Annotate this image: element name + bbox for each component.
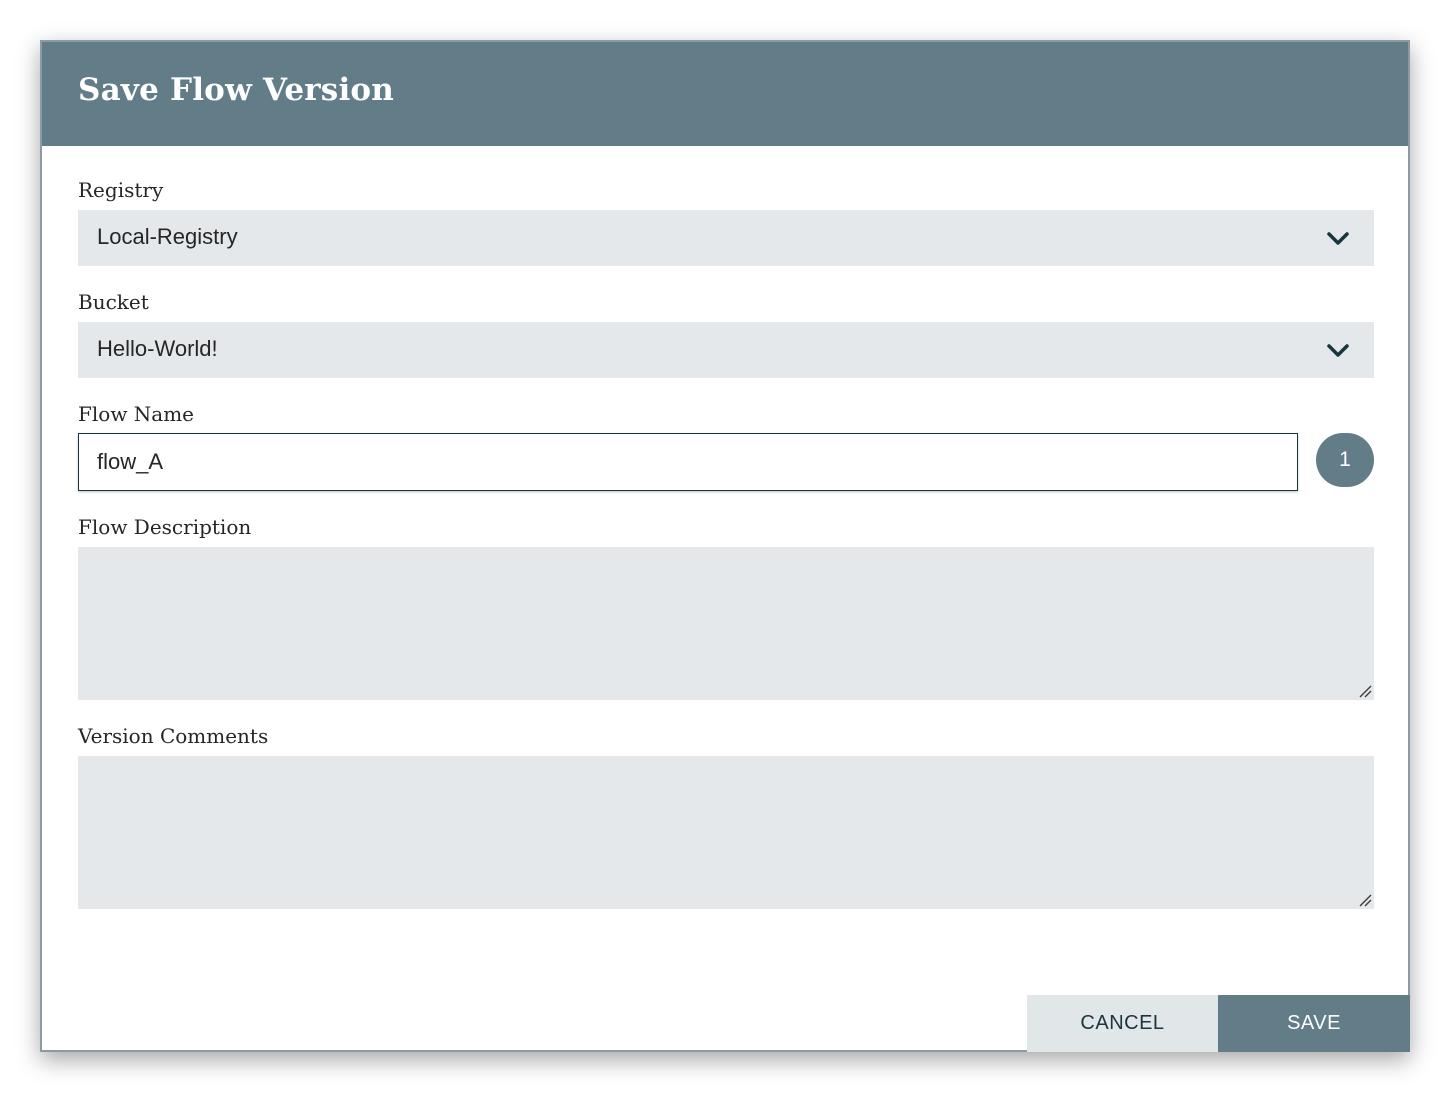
- registry-selected-value: Local-Registry: [97, 224, 238, 249]
- bucket-select[interactable]: Hello-World!: [78, 322, 1374, 378]
- version-comments-textarea[interactable]: [78, 756, 1374, 909]
- bucket-label: Bucket: [78, 290, 149, 314]
- dialog-title: Save Flow Version: [78, 72, 395, 108]
- dialog-header: Save Flow Version: [42, 42, 1408, 146]
- chevron-down-icon: [1327, 232, 1349, 245]
- bucket-selected-value: Hello-World!: [97, 336, 218, 361]
- flow-description-textarea[interactable]: [78, 547, 1374, 700]
- flow-name-input[interactable]: flow_A: [78, 433, 1298, 491]
- flow-name-label: Flow Name: [78, 402, 195, 426]
- flow-name-value: flow_A: [97, 449, 164, 474]
- save-button[interactable]: SAVE: [1218, 995, 1410, 1052]
- save-flow-version-dialog: Save Flow Version Registry Local-Registr…: [40, 40, 1410, 1052]
- flow-description-label: Flow Description: [78, 515, 252, 539]
- version-comments-label: Version Comments: [78, 724, 269, 748]
- registry-select[interactable]: Local-Registry: [78, 210, 1374, 266]
- registry-label: Registry: [78, 178, 164, 202]
- version-badge: 1: [1316, 433, 1374, 487]
- cancel-button[interactable]: CANCEL: [1027, 995, 1218, 1052]
- resize-handle-icon[interactable]: [1358, 684, 1372, 698]
- chevron-down-icon: [1327, 344, 1349, 357]
- resize-handle-icon[interactable]: [1358, 893, 1372, 907]
